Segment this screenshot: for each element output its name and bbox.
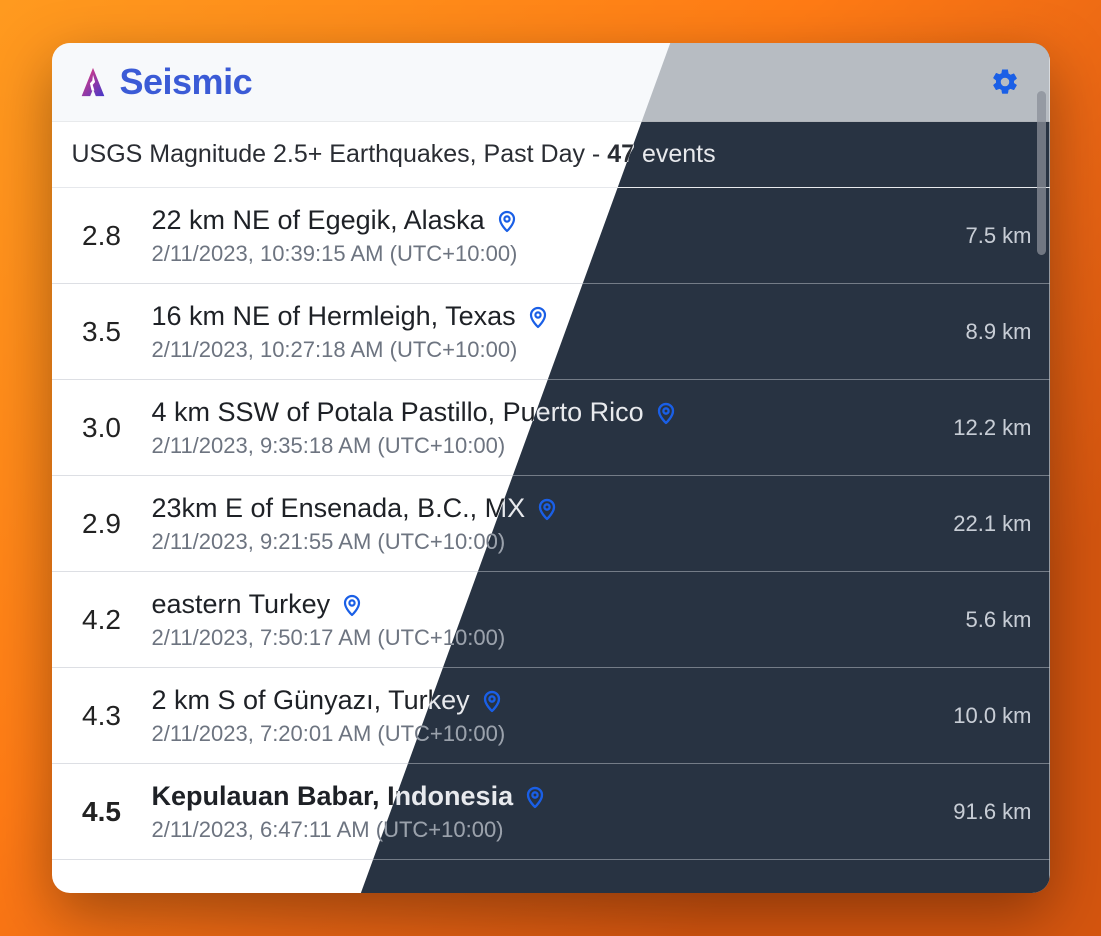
event-depth: 7.5 km <box>932 223 1032 249</box>
event-location: 16 km NE of Hermleigh, Texas <box>152 300 914 334</box>
gear-icon <box>990 67 1020 97</box>
event-time: 2/11/2023, 7:50:17 AM (UTC+10:00) <box>152 625 914 651</box>
event-info: 16 km NE of Hermleigh, Texas 2/11/2023, 1… <box>152 300 914 364</box>
map-pin-icon[interactable] <box>340 593 364 617</box>
event-info: 23km E of Ensenada, B.C., MX 2/11/2023, 9… <box>152 492 914 556</box>
app-window: Seismic USGS Magnitude 2.5+ Earthquakes,… <box>52 43 1050 893</box>
event-row[interactable]: 4.2 eastern Turkey 2/11/2023, 7:50:17 AM (… <box>52 572 1050 668</box>
event-row[interactable]: 4.5 Kepulauan Babar, Indonesia 2/11/2023, … <box>52 764 1050 860</box>
event-row[interactable]: 4.3 2 km S of Günyazı, Turkey 2/11/2023, 7… <box>52 668 1050 764</box>
event-time: 2/11/2023, 9:21:55 AM (UTC+10:00) <box>152 529 914 555</box>
map-pin-icon[interactable] <box>495 209 519 233</box>
event-magnitude: 4.5 <box>70 796 134 828</box>
event-location: eastern Turkey <box>152 588 914 622</box>
event-location: 22 km NE of Egegik, Alaska <box>152 204 914 238</box>
seismic-logo-icon <box>76 65 110 99</box>
event-row[interactable]: 2.8 22 km NE of Egegik, Alaska 2/11/2023, … <box>52 188 1050 284</box>
map-pin-icon[interactable] <box>480 689 504 713</box>
event-location: Kepulauan Babar, Indonesia <box>152 780 914 814</box>
event-depth: 10.0 km <box>932 703 1032 729</box>
app-header: Seismic <box>52 43 1050 122</box>
event-depth: 12.2 km <box>932 415 1032 441</box>
event-location-text: 4 km SSW of Potala Pastillo, Puerto Rico <box>152 396 644 430</box>
event-magnitude: 3.5 <box>70 316 134 348</box>
event-magnitude: 3.0 <box>70 412 134 444</box>
event-info: 4 km SSW of Potala Pastillo, Puerto Rico… <box>152 396 914 460</box>
event-row[interactable]: 2.9 23km E of Ensenada, B.C., MX 2/11/2023… <box>52 476 1050 572</box>
map-pin-icon[interactable] <box>654 401 678 425</box>
feed-description: USGS Magnitude 2.5+ Earthquakes, Past Da… <box>52 122 1050 188</box>
map-pin-icon[interactable] <box>523 785 547 809</box>
event-depth: 5.6 km <box>932 607 1032 633</box>
event-magnitude: 4.3 <box>70 700 134 732</box>
event-location-text: 16 km NE of Hermleigh, Texas <box>152 300 516 334</box>
event-time: 2/11/2023, 10:39:15 AM (UTC+10:00) <box>152 241 914 267</box>
app-brand: Seismic <box>76 61 253 103</box>
event-list: 2.8 22 km NE of Egegik, Alaska 2/11/2023, … <box>52 188 1050 893</box>
event-info: Kepulauan Babar, Indonesia 2/11/2023, 6:4… <box>152 780 914 844</box>
event-row[interactable]: 3.0 4 km SSW of Potala Pastillo, Puerto R… <box>52 380 1050 476</box>
feed-desc-suffix: events <box>635 140 716 168</box>
event-magnitude: 4.2 <box>70 604 134 636</box>
event-magnitude: 2.9 <box>70 508 134 540</box>
feed-event-count: 47 <box>607 140 635 168</box>
settings-button[interactable] <box>984 61 1026 103</box>
event-time: 2/11/2023, 10:27:18 AM (UTC+10:00) <box>152 337 914 363</box>
feed-desc-prefix: USGS Magnitude 2.5+ Earthquakes, Past Da… <box>72 140 608 168</box>
event-location-text: 22 km NE of Egegik, Alaska <box>152 204 485 238</box>
app-title: Seismic <box>120 61 253 103</box>
event-location: 23km E of Ensenada, B.C., MX <box>152 492 914 526</box>
scrollbar-thumb[interactable] <box>1037 91 1046 255</box>
event-magnitude: 2.8 <box>70 220 134 252</box>
event-time: 2/11/2023, 6:47:11 AM (UTC+10:00) <box>152 817 914 843</box>
event-location-text: eastern Turkey <box>152 588 331 622</box>
map-pin-icon[interactable] <box>526 305 550 329</box>
event-info: 2 km S of Günyazı, Turkey 2/11/2023, 7:20… <box>152 684 914 748</box>
event-depth: 91.6 km <box>932 799 1032 825</box>
event-row[interactable]: 3.5 16 km NE of Hermleigh, Texas 2/11/2023… <box>52 284 1050 380</box>
event-depth: 22.1 km <box>932 511 1032 537</box>
event-depth: 8.9 km <box>932 319 1032 345</box>
map-pin-icon[interactable] <box>535 497 559 521</box>
event-time: 2/11/2023, 7:20:01 AM (UTC+10:00) <box>152 721 914 747</box>
event-location: 2 km S of Günyazı, Turkey <box>152 684 914 718</box>
event-location: 4 km SSW of Potala Pastillo, Puerto Rico <box>152 396 914 430</box>
event-info: 22 km NE of Egegik, Alaska 2/11/2023, 10:… <box>152 204 914 268</box>
event-location-text: Kepulauan Babar, Indonesia <box>152 780 514 814</box>
event-time: 2/11/2023, 9:35:18 AM (UTC+10:00) <box>152 433 914 459</box>
event-info: eastern Turkey 2/11/2023, 7:50:17 AM (UTC… <box>152 588 914 652</box>
event-location-text: 23km E of Ensenada, B.C., MX <box>152 492 526 526</box>
event-location-text: 2 km S of Günyazı, Turkey <box>152 684 470 718</box>
